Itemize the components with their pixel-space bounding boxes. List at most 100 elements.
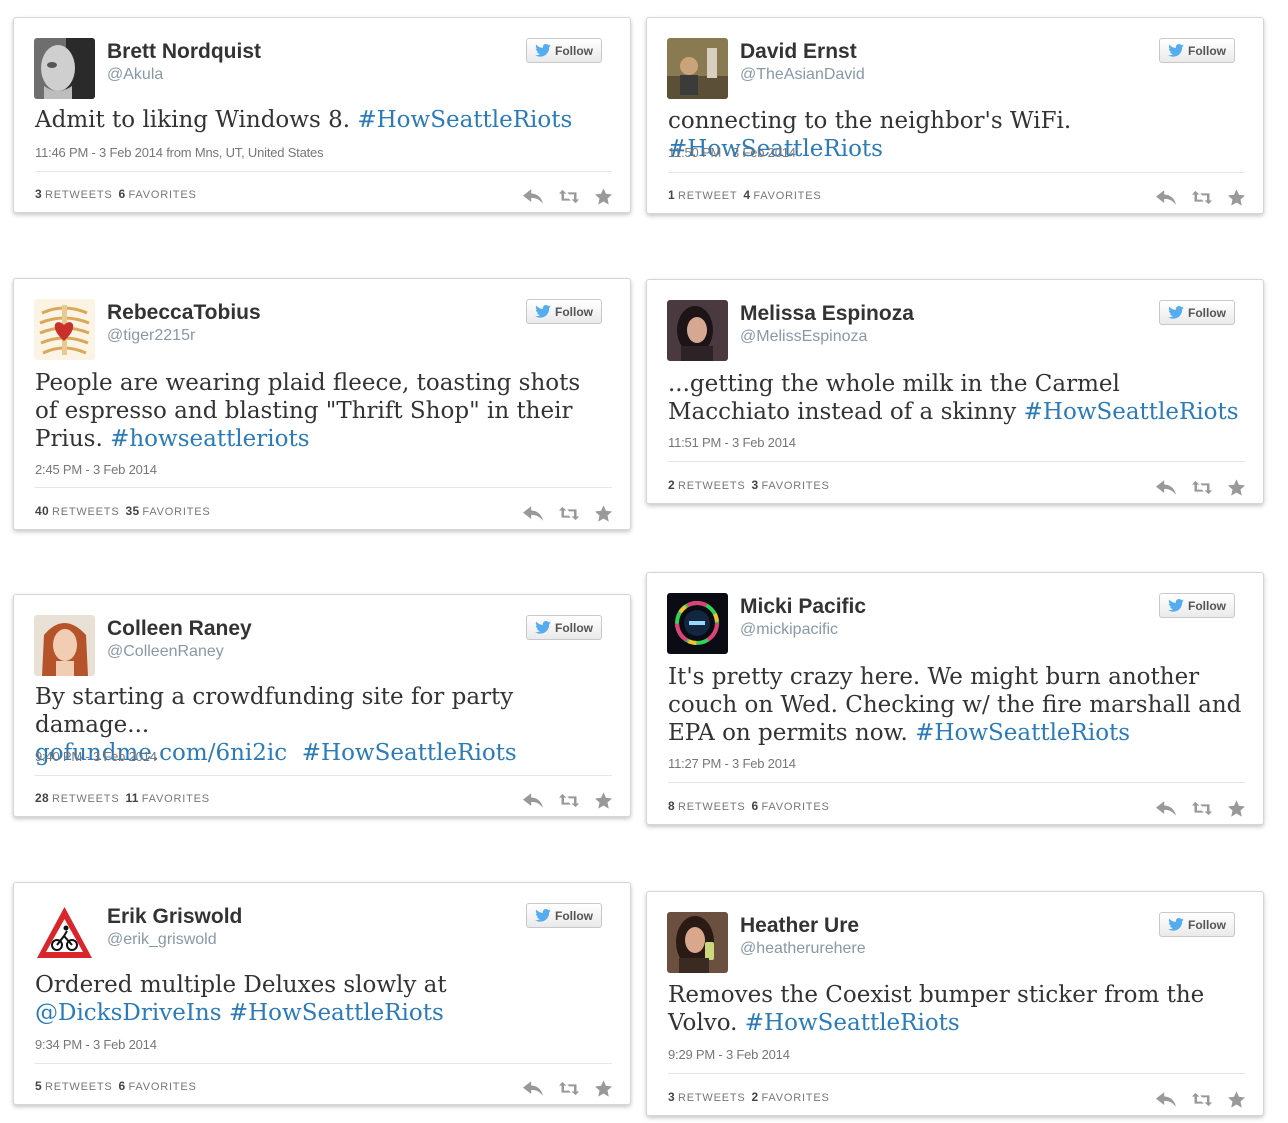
follow-button[interactable]: Follow bbox=[1159, 593, 1235, 618]
tweet-card: RebeccaTobius @tiger2215r Follow People … bbox=[13, 278, 631, 530]
user-handle[interactable]: @mickipacific bbox=[740, 621, 838, 639]
follow-button[interactable]: Follow bbox=[526, 299, 602, 324]
retweet-label: RETWEETS bbox=[51, 793, 120, 805]
tweet-actions bbox=[1156, 800, 1245, 817]
tweet-actions bbox=[1156, 479, 1245, 496]
reply-icon[interactable] bbox=[1156, 1091, 1176, 1108]
retweet-icon[interactable] bbox=[559, 792, 579, 809]
retweet-label: RETWEETS bbox=[677, 1092, 746, 1104]
tweet-timestamp[interactable]: 9:34 PM - 3 Feb 2014 bbox=[35, 1037, 157, 1052]
avatar[interactable] bbox=[667, 300, 728, 361]
tweet-body: connecting to the neighbor's WiFi. bbox=[668, 108, 1072, 134]
hashtag-link[interactable]: #HowSeattleRiots bbox=[357, 107, 572, 133]
star-icon[interactable] bbox=[1228, 1091, 1245, 1108]
retweet-icon[interactable] bbox=[1192, 800, 1212, 817]
tweet-text: ...getting the whole milk in the Carmel … bbox=[668, 370, 1245, 426]
user-handle[interactable]: @MelissEspinoza bbox=[740, 328, 867, 346]
follow-button[interactable]: Follow bbox=[1159, 912, 1235, 937]
tweet-timestamp[interactable]: 9:40 PM - 3 Feb 2014 bbox=[35, 749, 157, 764]
follow-label: Follow bbox=[555, 620, 593, 635]
hashtag-link[interactable]: #HowSeattleRiots bbox=[302, 740, 517, 766]
tweet-timestamp[interactable]: 11:27 PM - 3 Feb 2014 bbox=[668, 756, 796, 771]
reply-icon[interactable] bbox=[1156, 800, 1176, 817]
avatar[interactable] bbox=[34, 38, 95, 99]
tweet-timestamp[interactable]: 11:50 PM - 3 Feb 2014 bbox=[668, 145, 796, 160]
user-name[interactable]: Erik Griswold bbox=[107, 905, 242, 929]
tweet-timestamp[interactable]: 2:45 PM - 3 Feb 2014 bbox=[35, 462, 157, 477]
user-handle[interactable]: @TheAsianDavid bbox=[740, 66, 865, 84]
divider bbox=[35, 1063, 612, 1064]
hashtag-link[interactable]: #HowSeattleRiots bbox=[1024, 399, 1239, 425]
tweet-timestamp[interactable]: 11:51 PM - 3 Feb 2014 bbox=[668, 435, 796, 450]
avatar[interactable] bbox=[34, 615, 95, 676]
follow-button[interactable]: Follow bbox=[1159, 300, 1235, 325]
tweet-card: Micki Pacific @mickipacific Follow It's … bbox=[646, 572, 1264, 825]
user-name[interactable]: RebeccaTobius bbox=[107, 301, 261, 325]
star-icon[interactable] bbox=[595, 1080, 612, 1097]
favorite-label: FAVORITES bbox=[142, 506, 211, 518]
retweet-icon[interactable] bbox=[1192, 189, 1212, 206]
retweet-icon[interactable] bbox=[1192, 479, 1212, 496]
retweet-label: RETWEETS bbox=[44, 189, 113, 201]
retweet-count: 40 bbox=[35, 504, 49, 518]
follow-button[interactable]: Follow bbox=[526, 615, 602, 640]
avatar[interactable] bbox=[667, 912, 728, 973]
tweet-stats: 5 RETWEETS 6 FAVORITES bbox=[35, 1079, 203, 1093]
user-handle[interactable]: @tiger2215r bbox=[107, 327, 195, 345]
user-name[interactable]: Brett Nordquist bbox=[107, 40, 261, 64]
avatar[interactable] bbox=[34, 903, 95, 964]
retweet-count: 8 bbox=[668, 799, 675, 813]
star-icon[interactable] bbox=[595, 188, 612, 205]
follow-button[interactable]: Follow bbox=[1159, 38, 1235, 63]
tweet-timestamp[interactable]: 9:29 PM - 3 Feb 2014 bbox=[668, 1047, 790, 1062]
star-icon[interactable] bbox=[595, 505, 612, 522]
tweet-timestamp[interactable]: 11:46 PM - 3 Feb 2014 from Mns, UT, Unit… bbox=[35, 145, 324, 160]
avatar[interactable] bbox=[34, 299, 95, 360]
tweet-card: Colleen Raney @ColleenRaney Follow By st… bbox=[13, 594, 631, 817]
twitter-bird-icon bbox=[1168, 306, 1184, 319]
retweet-label: RETWEETS bbox=[44, 1081, 113, 1093]
avatar[interactable] bbox=[667, 38, 728, 99]
hashtag-link[interactable]: #HowSeattleRiots bbox=[745, 1010, 960, 1036]
retweet-icon[interactable] bbox=[559, 505, 579, 522]
tweet-card: Heather Ure @heatherurehere Follow Remov… bbox=[646, 891, 1264, 1116]
mention-link[interactable]: @DicksDriveIns bbox=[35, 1000, 222, 1026]
reply-icon[interactable] bbox=[523, 188, 543, 205]
retweet-icon[interactable] bbox=[1192, 1091, 1212, 1108]
retweet-count: 3 bbox=[668, 1090, 675, 1104]
tweet-actions bbox=[1156, 189, 1245, 206]
follow-button[interactable]: Follow bbox=[526, 38, 602, 63]
hashtag-link[interactable]: #HowSeattleRiots bbox=[915, 720, 1130, 746]
retweet-icon[interactable] bbox=[559, 188, 579, 205]
star-icon[interactable] bbox=[1228, 479, 1245, 496]
reply-icon[interactable] bbox=[1156, 479, 1176, 496]
hashtag-link[interactable]: #HowSeattleRiots bbox=[229, 1000, 444, 1026]
user-name[interactable]: Melissa Espinoza bbox=[740, 302, 914, 326]
tweet-card: Melissa Espinoza @MelissEspinoza Follow … bbox=[646, 279, 1264, 504]
star-icon[interactable] bbox=[1228, 800, 1245, 817]
hashtag-link[interactable]: #howseattleriots bbox=[110, 426, 309, 452]
user-name[interactable]: Heather Ure bbox=[740, 914, 859, 938]
follow-label: Follow bbox=[1188, 917, 1226, 932]
user-name[interactable]: David Ernst bbox=[740, 40, 857, 64]
tweet-actions bbox=[523, 505, 612, 522]
reply-icon[interactable] bbox=[523, 1080, 543, 1097]
user-handle[interactable]: @heatherurehere bbox=[740, 940, 866, 958]
star-icon[interactable] bbox=[1228, 189, 1245, 206]
reply-icon[interactable] bbox=[1156, 189, 1176, 206]
favorite-label: FAVORITES bbox=[761, 801, 830, 813]
user-name[interactable]: Colleen Raney bbox=[107, 617, 252, 641]
user-handle[interactable]: @Akula bbox=[107, 66, 163, 84]
reply-icon[interactable] bbox=[523, 792, 543, 809]
user-handle[interactable]: @erik_griswold bbox=[107, 931, 217, 949]
twitter-bird-icon bbox=[1168, 599, 1184, 612]
star-icon[interactable] bbox=[595, 792, 612, 809]
user-name[interactable]: Micki Pacific bbox=[740, 595, 866, 619]
divider bbox=[668, 1073, 1245, 1074]
retweet-icon[interactable] bbox=[559, 1080, 579, 1097]
user-handle[interactable]: @ColleenRaney bbox=[107, 643, 224, 661]
reply-icon[interactable] bbox=[523, 505, 543, 522]
twitter-bird-icon bbox=[535, 44, 551, 57]
follow-button[interactable]: Follow bbox=[526, 903, 602, 928]
avatar[interactable] bbox=[667, 593, 728, 654]
